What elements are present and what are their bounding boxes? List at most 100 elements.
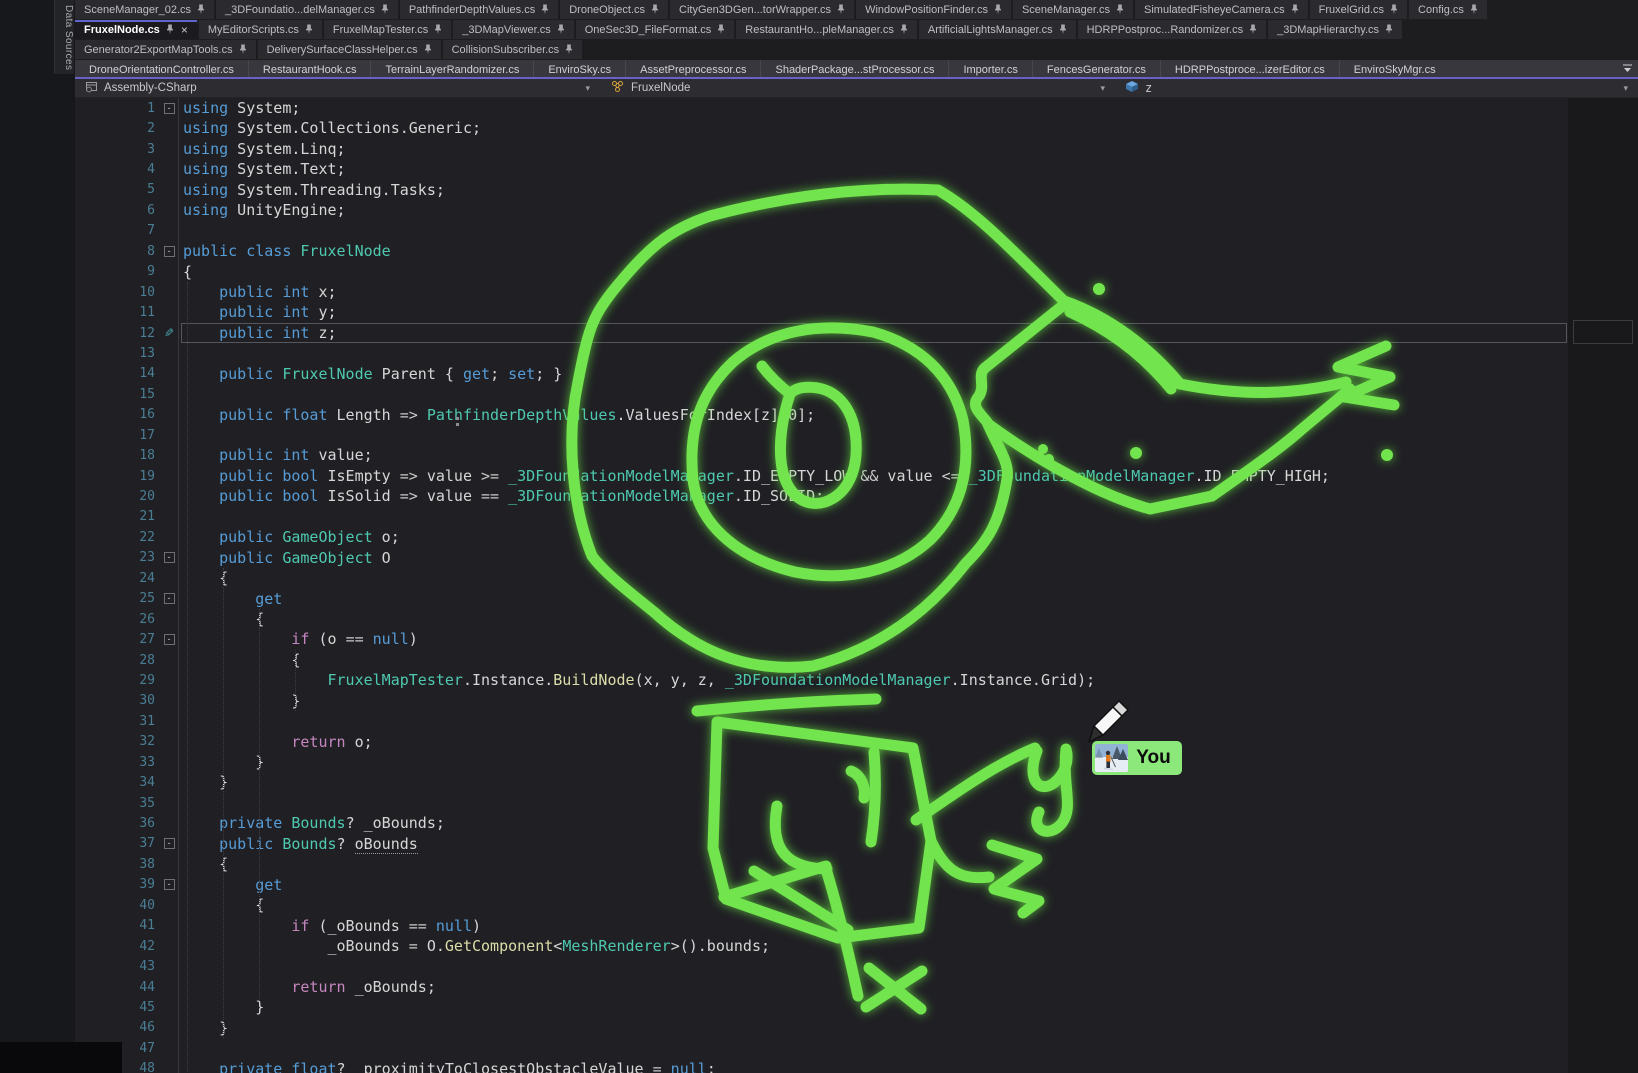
chevron-down-icon[interactable]: ▾ [585, 83, 590, 94]
vertical-scrollbar[interactable] [1568, 98, 1638, 1073]
code-line-12[interactable]: 12✎ public int z; [75, 323, 1568, 343]
pin-icon[interactable] [557, 24, 565, 35]
tab-restaurantho-plemanager-cs[interactable]: RestaurantHo...pleManager.cs [736, 20, 917, 39]
pin-icon[interactable] [166, 24, 174, 35]
code-line-28[interactable]: 28 { [75, 650, 1568, 670]
code-line-4[interactable]: 4using System.Text; [75, 159, 1568, 179]
fold-marker[interactable]: - [155, 552, 183, 563]
tab-fruxelmaptester-cs[interactable]: FruxelMapTester.cs [324, 20, 451, 39]
tab-scenemanager-02-cs[interactable]: SceneManager_02.cs [75, 0, 214, 19]
tab-collisionsubscriber-cs[interactable]: CollisionSubscriber.cs [443, 40, 583, 59]
pin-icon[interactable] [1116, 4, 1124, 15]
pin-icon[interactable] [434, 24, 442, 35]
code-line-16[interactable]: 16 public float Length => PathfinderDept… [75, 405, 1568, 425]
tab-3dfoundatio-delmanager-cs[interactable]: _3DFoundatio...delManager.cs [216, 0, 398, 19]
code-line-34[interactable]: 34 } [75, 772, 1568, 792]
code-line-18[interactable]: 18 public int value; [75, 445, 1568, 465]
pin-icon[interactable] [837, 4, 845, 15]
fold-marker[interactable]: - [155, 246, 183, 257]
code-line-43[interactable]: 43 [75, 956, 1568, 976]
code-line-7[interactable]: 7 [75, 221, 1568, 241]
fold-marker[interactable]: - [155, 879, 183, 890]
code-line-44[interactable]: 44 return _oBounds; [75, 977, 1568, 997]
code-line-19[interactable]: 19 public bool IsEmpty => value >= _3DFo… [75, 466, 1568, 486]
code-line-32[interactable]: 32 return o; [75, 732, 1568, 752]
collapse-icon[interactable]: - [164, 634, 175, 645]
collapse-icon[interactable]: - [164, 593, 175, 604]
code-line-15[interactable]: 15 [75, 384, 1568, 404]
code-line-23[interactable]: 23- public GameObject O [75, 548, 1568, 568]
pin-icon[interactable] [1470, 4, 1478, 15]
code-line-25[interactable]: 25- get [75, 589, 1568, 609]
pin-icon[interactable] [900, 24, 908, 35]
close-icon[interactable]: × [181, 23, 188, 37]
tab-fruxelgrid-cs[interactable]: FruxelGrid.cs [1310, 0, 1407, 19]
type-dropdown[interactable]: FruxelNode ▾ [600, 79, 1115, 97]
pin-icon[interactable] [1291, 4, 1299, 15]
pin-icon[interactable] [994, 4, 1002, 15]
pin-icon[interactable] [305, 24, 313, 35]
tab-artificiallightsmanager-cs[interactable]: ArtificialLightsManager.cs [919, 20, 1076, 39]
code-line-42[interactable]: 42 _oBounds = O.GetComponent<MeshRendere… [75, 936, 1568, 956]
collapse-icon[interactable]: - [164, 552, 175, 563]
code-line-46[interactable]: 46 } [75, 1018, 1568, 1038]
code-line-41[interactable]: 41 if (_oBounds == null) [75, 916, 1568, 936]
code-line-30[interactable]: 30 } [75, 691, 1568, 711]
collapse-icon[interactable]: - [164, 838, 175, 849]
pin-icon[interactable] [717, 24, 725, 35]
code-line-10[interactable]: 10 public int x; [75, 282, 1568, 302]
code-line-20[interactable]: 20 public bool IsSolid => value == _3DFo… [75, 486, 1568, 506]
code-line-21[interactable]: 21 [75, 507, 1568, 527]
tab-fruxelnode-cs[interactable]: FruxelNode.cs× [75, 20, 197, 39]
code-line-9[interactable]: 9{ [75, 262, 1568, 282]
code-line-22[interactable]: 22 public GameObject o; [75, 527, 1568, 547]
code-line-1[interactable]: 1-using System; [75, 98, 1568, 118]
pin-icon[interactable] [239, 44, 247, 55]
code-line-24[interactable]: 24 { [75, 568, 1568, 588]
code-line-29[interactable]: 29 FruxelMapTester.Instance.BuildNode(x,… [75, 670, 1568, 690]
tab-hdrppostproc-randomizer-cs[interactable]: HDRPPostproc...Randomizer.cs [1078, 20, 1267, 39]
code-line-3[interactable]: 3using System.Linq; [75, 139, 1568, 159]
code-line-8[interactable]: 8-public class FruxelNode [75, 241, 1568, 261]
chevron-down-icon[interactable]: ▾ [1100, 83, 1105, 94]
tab-windowpositionfinder-cs[interactable]: WindowPositionFinder.cs [856, 0, 1011, 19]
collapse-icon[interactable]: - [164, 246, 175, 257]
code-line-5[interactable]: 5using System.Threading.Tasks; [75, 180, 1568, 200]
pin-icon[interactable] [1059, 24, 1067, 35]
collapse-icon[interactable]: - [164, 103, 175, 114]
pin-icon[interactable] [1385, 24, 1393, 35]
pin-icon[interactable] [424, 44, 432, 55]
pin-icon[interactable] [1249, 24, 1257, 35]
code-line-45[interactable]: 45 } [75, 997, 1568, 1017]
fold-marker[interactable]: - [155, 593, 183, 604]
tab-pathfinderdepthvalues-cs[interactable]: PathfinderDepthValues.cs [400, 0, 558, 19]
code-line-31[interactable]: 31 [75, 711, 1568, 731]
code-line-17[interactable]: 17 [75, 425, 1568, 445]
code-line-27[interactable]: 27- if (o == null) [75, 629, 1568, 649]
fold-marker[interactable]: - [155, 634, 183, 645]
code-line-2[interactable]: 2using System.Collections.Generic; [75, 118, 1568, 138]
fold-marker[interactable]: - [155, 838, 183, 849]
chevron-down-icon[interactable]: ▾ [1623, 83, 1628, 94]
pin-icon[interactable] [197, 4, 205, 15]
code-line-38[interactable]: 38 { [75, 854, 1568, 874]
code-line-47[interactable]: 47 [75, 1038, 1568, 1058]
pin-icon[interactable] [651, 4, 659, 15]
code-line-48[interactable]: 48 private float? _proximityToClosestObs… [75, 1059, 1568, 1073]
code-line-35[interactable]: 35 [75, 793, 1568, 813]
tab-3dmaphierarchy-cs[interactable]: _3DMapHierarchy.cs [1268, 20, 1402, 39]
tab-onesec3d-fileformat-cs[interactable]: OneSec3D_FileFormat.cs [576, 20, 735, 39]
tab-config-cs[interactable]: Config.cs [1409, 0, 1487, 19]
code-line-13[interactable]: 13 [75, 343, 1568, 363]
code-line-11[interactable]: 11 public int y; [75, 302, 1568, 322]
tab-citygen3dgen-torwrapper-cs[interactable]: CityGen3DGen...torWrapper.cs [670, 0, 854, 19]
code-line-14[interactable]: 14 public FruxelNode Parent { get; set; … [75, 364, 1568, 384]
tab-scenemanager-cs[interactable]: SceneManager.cs [1013, 0, 1133, 19]
pin-icon[interactable] [1390, 4, 1398, 15]
code-editor[interactable]: 1-using System;2using System.Collections… [75, 98, 1568, 1073]
pin-icon[interactable] [381, 4, 389, 15]
pin-icon[interactable] [565, 44, 573, 55]
fold-marker[interactable]: - [155, 103, 183, 114]
code-line-6[interactable]: 6using UnityEngine; [75, 200, 1568, 220]
code-line-39[interactable]: 39- get [75, 875, 1568, 895]
